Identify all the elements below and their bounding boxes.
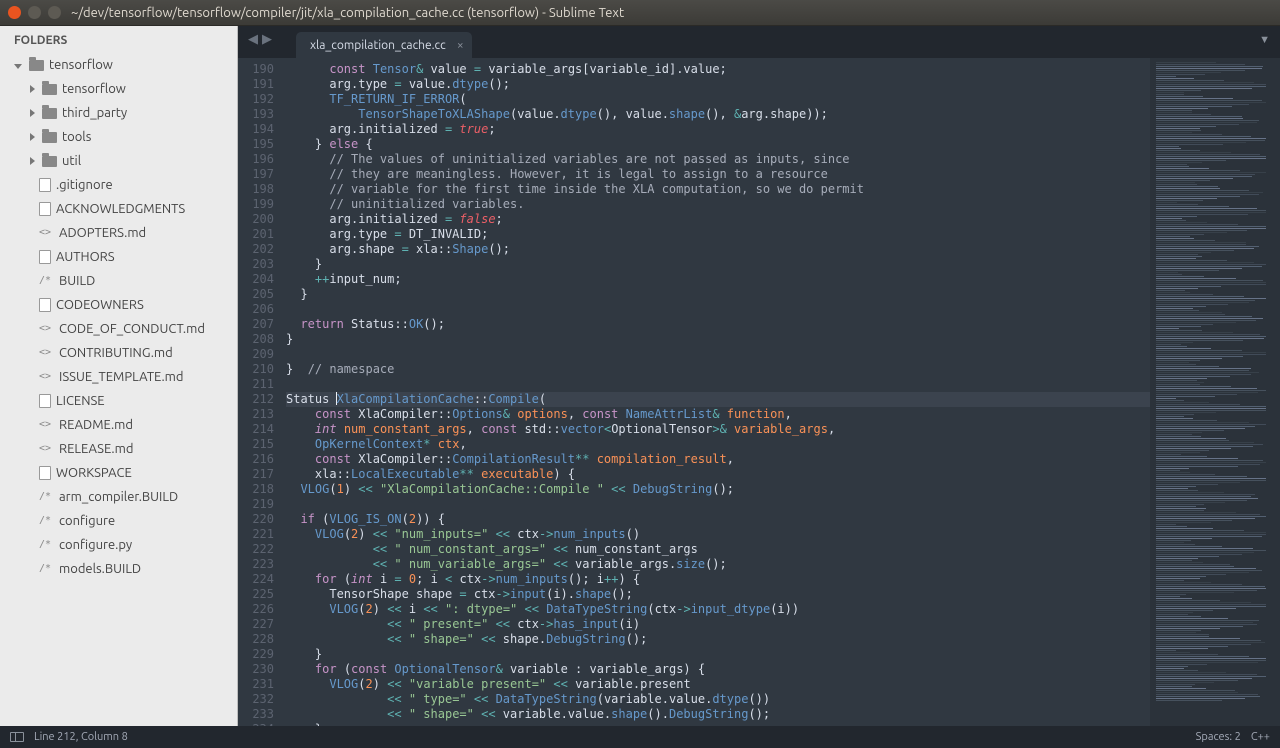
file-label: RELEASE.md xyxy=(59,439,133,459)
tree-file[interactable]: .gitignore xyxy=(0,173,237,197)
window-controls xyxy=(8,6,61,19)
tree-file[interactable]: /*configure.py xyxy=(0,533,237,557)
file-label: CODE_OF_CONDUCT.md xyxy=(59,319,205,339)
chevron-right-icon xyxy=(30,85,35,93)
maximize-button[interactable] xyxy=(48,6,61,19)
tree-file[interactable]: LICENSE xyxy=(0,389,237,413)
tree-file[interactable]: /*BUILD xyxy=(0,269,237,293)
status-bar: Line 212, Column 8 Spaces: 2 C++ xyxy=(0,726,1280,748)
file-type-icon: <> xyxy=(39,367,54,387)
tree-file[interactable]: ACKNOWLEDGMENTS xyxy=(0,197,237,221)
file-label: WORKSPACE xyxy=(56,463,132,483)
tab-bar: xla_compilation_cache.cc × ▼ xyxy=(238,26,1280,58)
file-icon xyxy=(39,298,51,312)
nav-back-icon[interactable]: ◀ xyxy=(248,32,258,47)
folder-label: tensorflow xyxy=(49,55,113,75)
folder-label: tools xyxy=(62,127,91,147)
syntax-status[interactable]: C++ xyxy=(1251,731,1270,743)
file-type-icon: <> xyxy=(39,343,54,363)
file-type-icon: /* xyxy=(39,271,54,291)
file-label: ADOPTERS.md xyxy=(59,223,146,243)
folder-label: tensorflow xyxy=(62,79,126,99)
file-icon xyxy=(39,250,51,264)
tab-xla-compilation-cache[interactable]: xla_compilation_cache.cc × xyxy=(296,32,472,58)
tree-file[interactable]: /*configure xyxy=(0,509,237,533)
chevron-right-icon xyxy=(30,109,35,117)
file-label: configure xyxy=(59,511,115,531)
nav-arrows: ◀ ▶ xyxy=(248,32,272,47)
tree-file[interactable]: <>CODE_OF_CONDUCT.md xyxy=(0,317,237,341)
file-type-icon: <> xyxy=(39,319,54,339)
file-icon xyxy=(39,394,51,408)
file-label: models.BUILD xyxy=(59,559,141,579)
cursor-position[interactable]: Line 212, Column 8 xyxy=(34,731,128,743)
file-icon xyxy=(39,178,51,192)
tree-file[interactable]: AUTHORS xyxy=(0,245,237,269)
tree-file[interactable]: CODEOWNERS xyxy=(0,293,237,317)
tree-file[interactable]: <>ISSUE_TEMPLATE.md xyxy=(0,365,237,389)
folder-tree: tensorflow tensorflow third_partytools uti… xyxy=(0,53,237,581)
file-label: BUILD xyxy=(59,271,95,291)
folder-icon xyxy=(29,60,44,71)
tree-file[interactable]: WORKSPACE xyxy=(0,461,237,485)
folder-icon xyxy=(42,132,57,143)
file-type-icon: /* xyxy=(39,487,54,507)
file-type-icon: <> xyxy=(39,439,54,459)
tab-overflow-icon[interactable]: ▼ xyxy=(1259,34,1270,46)
tree-file[interactable]: <>CONTRIBUTING.md xyxy=(0,341,237,365)
tree-folder-util[interactable]: util xyxy=(0,149,237,173)
file-label: README.md xyxy=(59,415,133,435)
line-gutter: 1901911921931941951961971981992002012022… xyxy=(238,58,286,726)
code-editor[interactable]: const Tensor& value = variable_args[vari… xyxy=(286,58,1150,726)
folder-label: third_party xyxy=(62,103,127,123)
file-label: LICENSE xyxy=(56,391,105,411)
file-label: configure.py xyxy=(59,535,132,555)
window-title: ~/dev/tensorflow/tensorflow/compiler/jit… xyxy=(71,6,624,20)
panel-toggle-icon[interactable] xyxy=(10,732,24,742)
window-titlebar: ~/dev/tensorflow/tensorflow/compiler/jit… xyxy=(0,0,1280,26)
tree-file[interactable]: <>RELEASE.md xyxy=(0,437,237,461)
close-icon[interactable]: × xyxy=(457,39,464,52)
file-label: AUTHORS xyxy=(56,247,115,267)
file-type-icon: <> xyxy=(39,223,54,243)
editor-area: ◀ ▶ xla_compilation_cache.cc × ▼ 1901911… xyxy=(238,26,1280,726)
file-label: .gitignore xyxy=(56,175,113,195)
file-type-icon: /* xyxy=(39,535,54,555)
file-icon xyxy=(39,466,51,480)
file-type-icon: /* xyxy=(39,559,54,579)
sidebar: FOLDERS tensorflow tensorflow third_party… xyxy=(0,26,238,726)
tree-file[interactable]: /*arm_compiler.BUILD xyxy=(0,485,237,509)
file-label: CODEOWNERS xyxy=(56,295,144,315)
file-label: CONTRIBUTING.md xyxy=(59,343,173,363)
tree-root-tensorflow[interactable]: tensorflow xyxy=(0,53,237,77)
file-type-icon: /* xyxy=(39,511,54,531)
file-icon xyxy=(39,202,51,216)
folder-label: util xyxy=(62,151,81,171)
tree-folder-third_party[interactable]: third_party xyxy=(0,101,237,125)
close-button[interactable] xyxy=(8,6,21,19)
tree-folder-tools[interactable]: tools xyxy=(0,125,237,149)
file-label: ACKNOWLEDGMENTS xyxy=(56,199,185,219)
chevron-right-icon xyxy=(30,133,35,141)
minimap[interactable] xyxy=(1150,58,1280,726)
tab-label: xla_compilation_cache.cc xyxy=(310,39,446,52)
folder-icon xyxy=(42,156,57,167)
file-label: ISSUE_TEMPLATE.md xyxy=(59,367,184,387)
tree-file[interactable]: /*models.BUILD xyxy=(0,557,237,581)
sidebar-header: FOLDERS xyxy=(0,26,237,53)
tree-file[interactable]: <>README.md xyxy=(0,413,237,437)
file-type-icon: <> xyxy=(39,415,54,435)
tree-file[interactable]: <>ADOPTERS.md xyxy=(0,221,237,245)
chevron-down-icon xyxy=(14,64,22,69)
folder-icon xyxy=(42,84,57,95)
file-label: arm_compiler.BUILD xyxy=(59,487,178,507)
minimize-button[interactable] xyxy=(28,6,41,19)
tree-folder-tensorflow[interactable]: tensorflow xyxy=(0,77,237,101)
chevron-right-icon xyxy=(30,157,35,165)
indentation-status[interactable]: Spaces: 2 xyxy=(1196,731,1241,743)
folder-icon xyxy=(42,108,57,119)
nav-forward-icon[interactable]: ▶ xyxy=(262,32,272,47)
